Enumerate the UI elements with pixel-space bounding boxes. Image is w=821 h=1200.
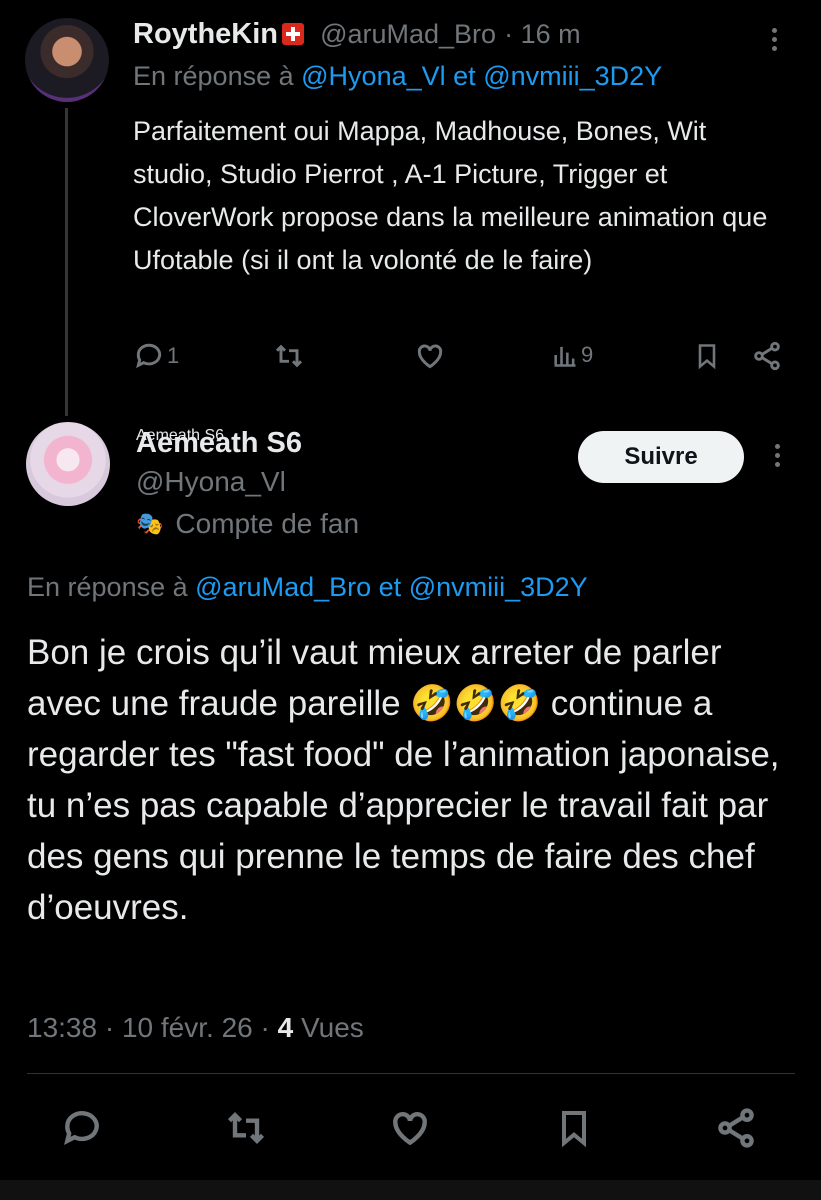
reply-count: 1 [167, 343, 180, 368]
share-button[interactable] [714, 1106, 758, 1155]
mention-link[interactable]: @nvmiii_3D2Y [409, 572, 588, 602]
reply-and: et [378, 572, 402, 602]
account-label-text: Compte de fan [175, 508, 360, 539]
views-icon [554, 346, 576, 367]
more-icon[interactable] [772, 28, 778, 55]
bookmark-button[interactable] [693, 340, 721, 372]
reply-button[interactable]: 1 [133, 340, 179, 372]
like-button[interactable] [388, 1106, 432, 1155]
retweet-button[interactable] [271, 340, 307, 372]
views-label: Vues [300, 1012, 364, 1043]
share-icon [754, 341, 780, 371]
account-label: 🎭 Compte de fan [136, 508, 359, 540]
avatar[interactable] [25, 18, 109, 102]
tweet-actions: 1 9 [133, 340, 783, 380]
like-icon [417, 344, 443, 369]
follow-button[interactable]: Suivre [578, 431, 744, 483]
bottom-safe-area [0, 1180, 821, 1200]
share-button[interactable] [751, 340, 783, 372]
views-count: 9 [581, 342, 594, 367]
tweet-date[interactable]: 10 févr. 26 [122, 1012, 253, 1043]
reply-prefix: En réponse à [27, 572, 188, 602]
tweet-header: RoytheKin @aruMad_Bro · 16 m [133, 18, 581, 51]
more-icon[interactable] [775, 444, 781, 471]
mention-link[interactable]: @nvmiii_3D2Y [483, 61, 662, 91]
bookmark-icon [698, 344, 716, 370]
bookmark-button[interactable] [554, 1106, 594, 1155]
reply-context: En réponse à @aruMad_Bro et @nvmiii_3D2Y [27, 572, 588, 603]
avatar[interactable] [26, 422, 110, 506]
reply-icon [136, 343, 162, 369]
bookmark-icon [562, 1111, 586, 1148]
reply-button[interactable] [60, 1106, 104, 1155]
retweet-button[interactable] [222, 1106, 270, 1155]
reply-prefix: En réponse à [133, 61, 294, 91]
like-icon [393, 1112, 427, 1146]
swiss-flag-icon [282, 23, 304, 45]
display-name-text[interactable]: Aemeath S6 [136, 427, 302, 460]
tweet-text: Bon je crois qu’il vaut mieux arreter de… [27, 633, 780, 927]
reply-icon [64, 1111, 99, 1145]
retweet-icon [227, 1112, 265, 1144]
handle[interactable]: @Hyona_Vl [136, 466, 286, 498]
theater-mask-icon: 🎭 [136, 511, 164, 536]
share-icon [718, 1108, 754, 1148]
thread-connector-line [65, 108, 68, 416]
tweet-text: Parfaitement oui Mappa, Madhouse, Bones,… [133, 116, 768, 275]
tweet-meta: 13:38 · 10 févr. 26 · 4 Vues [27, 1012, 364, 1043]
handle[interactable]: @aruMad_Bro [320, 19, 496, 49]
views-button[interactable]: 9 [551, 340, 593, 370]
views-count: 4 [277, 1012, 294, 1043]
mention-link[interactable]: @aruMad_Bro [195, 572, 371, 602]
like-button[interactable] [413, 340, 447, 372]
display-name[interactable]: RoytheKin [133, 18, 278, 50]
tweet-action-bar [0, 1100, 821, 1160]
reply-and: et [453, 61, 476, 91]
timestamp[interactable]: · 16 m [504, 19, 581, 49]
tweet-time[interactable]: 13:38 [27, 1012, 97, 1043]
mention-link[interactable]: @Hyona_Vl [301, 61, 445, 91]
reply-context: En réponse à @Hyona_Vl et @nvmiii_3D2Y [133, 61, 662, 92]
retweet-icon [275, 344, 303, 368]
divider [27, 1073, 795, 1074]
